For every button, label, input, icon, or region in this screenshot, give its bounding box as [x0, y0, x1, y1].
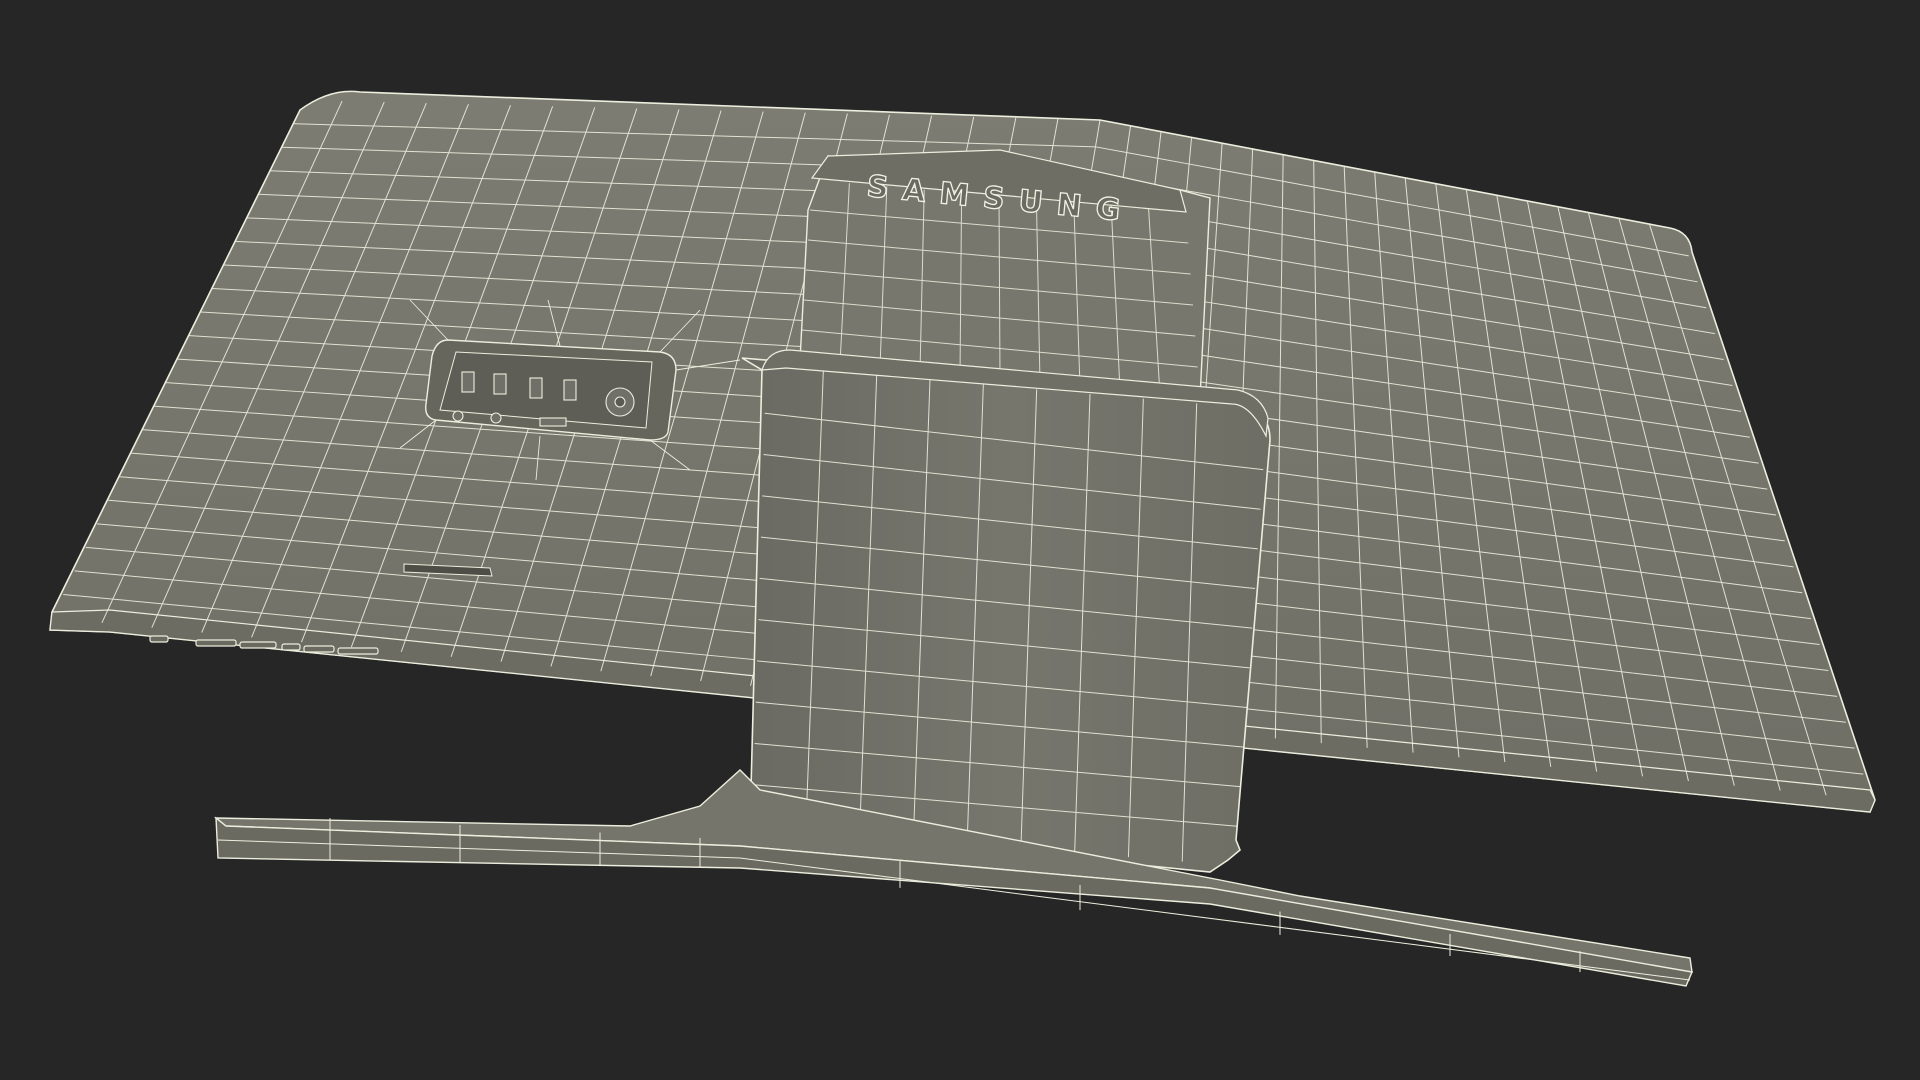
- port-slot-2: [493, 373, 507, 395]
- port-slot-4: [563, 379, 577, 401]
- wireframe-render: SAMSUNG: [49, 90, 1876, 987]
- port-slot-1: [461, 371, 475, 393]
- side-button-6: [337, 647, 379, 655]
- port-slot-3: [529, 377, 543, 399]
- side-button-2: [195, 639, 237, 647]
- audio-jack-2: [490, 412, 502, 424]
- stand-neck: [741, 349, 1271, 873]
- side-button-5: [303, 645, 335, 653]
- side-button-3: [239, 641, 277, 649]
- hdmi-port: [539, 417, 567, 427]
- side-button-1: [149, 635, 169, 643]
- side-button-4: [281, 643, 301, 651]
- render-viewport: SAMSUNG: [0, 0, 1920, 1080]
- audio-jack-1: [452, 410, 464, 422]
- power-port-pin: [614, 396, 626, 408]
- base-grid-horizontal: [739, 857, 1691, 981]
